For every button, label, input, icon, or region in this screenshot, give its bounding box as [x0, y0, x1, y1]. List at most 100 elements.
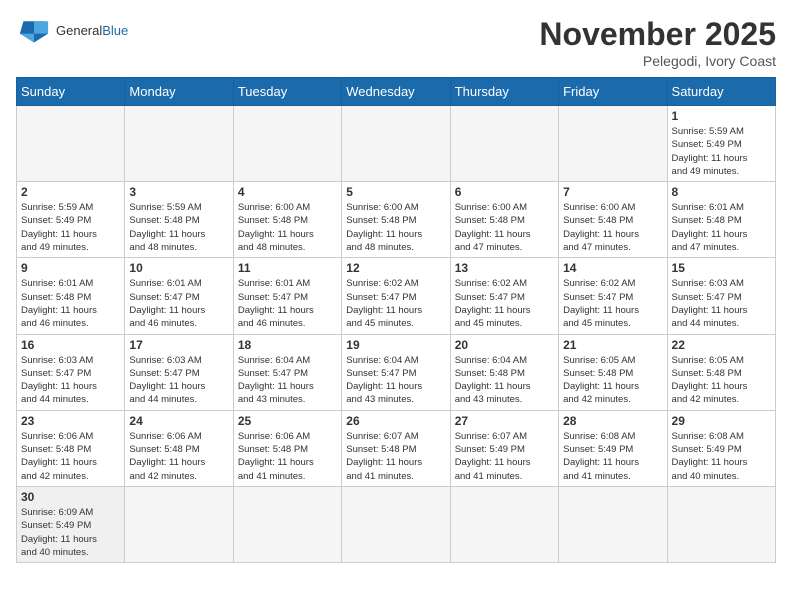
day-info: Sunrise: 6:04 AM Sunset: 5:47 PM Dayligh…: [238, 354, 337, 407]
calendar-cell: 6 Sunrise: 6:00 AM Sunset: 5:48 PM Daylig…: [450, 182, 558, 258]
location: Pelegodi, Ivory Coast: [539, 53, 776, 69]
calendar-cell: 13 Sunrise: 6:02 AM Sunset: 5:47 PM Dayli…: [450, 258, 558, 334]
day-number: 8: [672, 185, 771, 199]
calendar-day-header: Monday: [125, 78, 233, 106]
day-number: 27: [455, 414, 554, 428]
day-number: 22: [672, 338, 771, 352]
calendar-cell: 16 Sunrise: 6:03 AM Sunset: 5:47 PM Dayli…: [17, 334, 125, 410]
day-info: Sunrise: 6:06 AM Sunset: 5:48 PM Dayligh…: [129, 430, 228, 483]
day-info: Sunrise: 6:02 AM Sunset: 5:47 PM Dayligh…: [455, 277, 554, 330]
day-info: Sunrise: 6:01 AM Sunset: 5:48 PM Dayligh…: [21, 277, 120, 330]
day-info: Sunrise: 6:06 AM Sunset: 5:48 PM Dayligh…: [21, 430, 120, 483]
calendar-cell: 25Sunrise: 6:06 AM Sunset: 5:48 PM Dayli…: [233, 410, 341, 486]
calendar-cell: 7 Sunrise: 6:00 AM Sunset: 5:48 PM Daylig…: [559, 182, 667, 258]
day-info: Sunrise: 6:00 AM Sunset: 5:48 PM Dayligh…: [563, 201, 662, 254]
day-info: Sunrise: 5:59 AM Sunset: 5:49 PM Dayligh…: [21, 201, 120, 254]
day-number: 17: [129, 338, 228, 352]
calendar-cell: 11 Sunrise: 6:01 AM Sunset: 5:47 PM Dayli…: [233, 258, 341, 334]
logo-general: General: [56, 23, 102, 38]
day-number: 7: [563, 185, 662, 199]
day-info: Sunrise: 6:04 AM Sunset: 5:47 PM Dayligh…: [346, 354, 445, 407]
day-number: 5: [346, 185, 445, 199]
day-info: Sunrise: 6:08 AM Sunset: 5:49 PM Dayligh…: [563, 430, 662, 483]
day-number: 28: [563, 414, 662, 428]
calendar-cell: [559, 486, 667, 562]
calendar-cell: [233, 486, 341, 562]
calendar-cell: 19Sunrise: 6:04 AM Sunset: 5:47 PM Dayli…: [342, 334, 450, 410]
calendar-cell: 17 Sunrise: 6:03 AM Sunset: 5:47 PM Dayli…: [125, 334, 233, 410]
logo: GeneralBlue: [16, 16, 128, 46]
day-number: 12: [346, 261, 445, 275]
calendar-cell: 26 Sunrise: 6:07 AM Sunset: 5:48 PM Dayli…: [342, 410, 450, 486]
calendar-week-row: 1Sunrise: 5:59 AM Sunset: 5:49 PM Daylig…: [17, 106, 776, 182]
calendar-cell: 1Sunrise: 5:59 AM Sunset: 5:49 PM Daylig…: [667, 106, 775, 182]
calendar-cell: 15 Sunrise: 6:03 AM Sunset: 5:47 PM Dayli…: [667, 258, 775, 334]
day-info: Sunrise: 6:05 AM Sunset: 5:48 PM Dayligh…: [563, 354, 662, 407]
day-number: 14: [563, 261, 662, 275]
calendar-cell: 14Sunrise: 6:02 AM Sunset: 5:47 PM Dayli…: [559, 258, 667, 334]
day-info: Sunrise: 6:04 AM Sunset: 5:48 PM Dayligh…: [455, 354, 554, 407]
calendar-day-header: Thursday: [450, 78, 558, 106]
calendar-cell: 9 Sunrise: 6:01 AM Sunset: 5:48 PM Daylig…: [17, 258, 125, 334]
calendar-cell: 18 Sunrise: 6:04 AM Sunset: 5:47 PM Dayli…: [233, 334, 341, 410]
calendar-cell: [450, 486, 558, 562]
calendar-cell: [450, 106, 558, 182]
day-info: Sunrise: 6:00 AM Sunset: 5:48 PM Dayligh…: [346, 201, 445, 254]
day-number: 10: [129, 261, 228, 275]
calendar-day-header: Sunday: [17, 78, 125, 106]
day-number: 3: [129, 185, 228, 199]
day-info: Sunrise: 6:03 AM Sunset: 5:47 PM Dayligh…: [21, 354, 120, 407]
day-number: 1: [672, 109, 771, 123]
day-number: 13: [455, 261, 554, 275]
calendar-day-header: Wednesday: [342, 78, 450, 106]
day-number: 26: [346, 414, 445, 428]
day-number: 18: [238, 338, 337, 352]
calendar-day-header: Tuesday: [233, 78, 341, 106]
day-number: 2: [21, 185, 120, 199]
day-info: Sunrise: 6:06 AM Sunset: 5:48 PM Dayligh…: [238, 430, 337, 483]
day-number: 21: [563, 338, 662, 352]
day-info: Sunrise: 6:08 AM Sunset: 5:49 PM Dayligh…: [672, 430, 771, 483]
calendar-cell: 29 Sunrise: 6:08 AM Sunset: 5:49 PM Dayli…: [667, 410, 775, 486]
calendar-cell: 28 Sunrise: 6:08 AM Sunset: 5:49 PM Dayli…: [559, 410, 667, 486]
calendar-day-header: Friday: [559, 78, 667, 106]
calendar-day-header: Saturday: [667, 78, 775, 106]
calendar-cell: [17, 106, 125, 182]
day-info: Sunrise: 6:03 AM Sunset: 5:47 PM Dayligh…: [129, 354, 228, 407]
calendar-cell: 22Sunrise: 6:05 AM Sunset: 5:48 PM Dayli…: [667, 334, 775, 410]
day-number: 15: [672, 261, 771, 275]
day-number: 16: [21, 338, 120, 352]
day-number: 20: [455, 338, 554, 352]
day-info: Sunrise: 6:00 AM Sunset: 5:48 PM Dayligh…: [455, 201, 554, 254]
day-number: 9: [21, 261, 120, 275]
day-number: 30: [21, 490, 120, 504]
calendar-cell: 20 Sunrise: 6:04 AM Sunset: 5:48 PM Dayli…: [450, 334, 558, 410]
calendar-cell: [559, 106, 667, 182]
calendar-week-row: 2 Sunrise: 5:59 AM Sunset: 5:49 PM Daylig…: [17, 182, 776, 258]
calendar-header-row: SundayMondayTuesdayWednesdayThursdayFrid…: [17, 78, 776, 106]
calendar-week-row: 9 Sunrise: 6:01 AM Sunset: 5:48 PM Daylig…: [17, 258, 776, 334]
logo-blue: Blue: [102, 23, 128, 38]
calendar-week-row: 16 Sunrise: 6:03 AM Sunset: 5:47 PM Dayli…: [17, 334, 776, 410]
page-header: GeneralBlue November 2025 Pelegodi, Ivor…: [16, 16, 776, 69]
calendar-cell: 12 Sunrise: 6:02 AM Sunset: 5:47 PM Dayli…: [342, 258, 450, 334]
day-info: Sunrise: 6:00 AM Sunset: 5:48 PM Dayligh…: [238, 201, 337, 254]
day-info: Sunrise: 6:07 AM Sunset: 5:48 PM Dayligh…: [346, 430, 445, 483]
calendar-cell: 8 Sunrise: 6:01 AM Sunset: 5:48 PM Daylig…: [667, 182, 775, 258]
calendar-cell: [233, 106, 341, 182]
calendar-cell: 21 Sunrise: 6:05 AM Sunset: 5:48 PM Dayli…: [559, 334, 667, 410]
calendar-cell: 24Sunrise: 6:06 AM Sunset: 5:48 PM Dayli…: [125, 410, 233, 486]
day-info: Sunrise: 6:01 AM Sunset: 5:48 PM Dayligh…: [672, 201, 771, 254]
day-number: 6: [455, 185, 554, 199]
day-info: Sunrise: 6:02 AM Sunset: 5:47 PM Dayligh…: [346, 277, 445, 330]
day-number: 11: [238, 261, 337, 275]
calendar-cell: [125, 106, 233, 182]
calendar-cell: 23Sunrise: 6:06 AM Sunset: 5:48 PM Dayli…: [17, 410, 125, 486]
month-title: November 2025: [539, 16, 776, 53]
calendar-cell: 5 Sunrise: 6:00 AM Sunset: 5:48 PM Daylig…: [342, 182, 450, 258]
day-info: Sunrise: 6:09 AM Sunset: 5:49 PM Dayligh…: [21, 506, 120, 559]
day-info: Sunrise: 6:03 AM Sunset: 5:47 PM Dayligh…: [672, 277, 771, 330]
calendar-cell: 4Sunrise: 6:00 AM Sunset: 5:48 PM Daylig…: [233, 182, 341, 258]
day-info: Sunrise: 6:01 AM Sunset: 5:47 PM Dayligh…: [238, 277, 337, 330]
day-number: 29: [672, 414, 771, 428]
